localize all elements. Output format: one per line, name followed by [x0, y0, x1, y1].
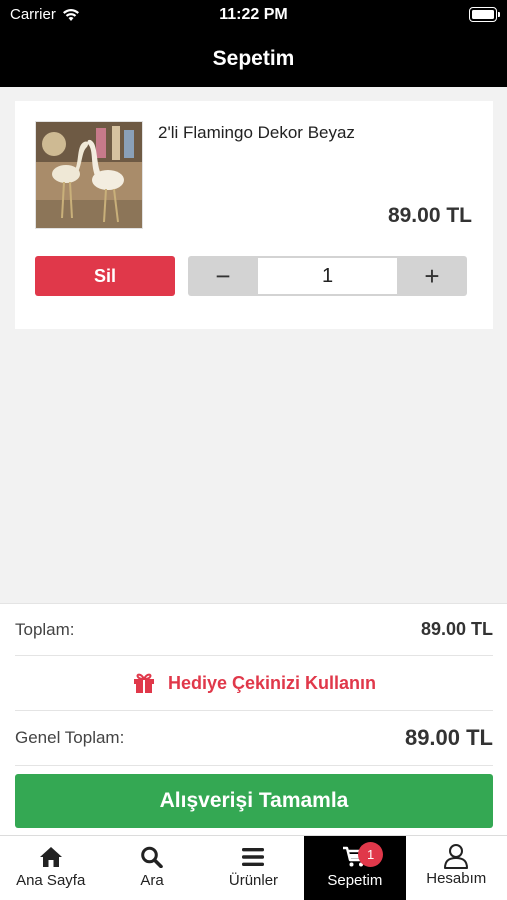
flamingo-image	[36, 122, 142, 228]
delete-button[interactable]: Sil	[35, 256, 175, 296]
tab-home[interactable]: Ana Sayfa	[0, 836, 101, 900]
status-time: 11:22 PM	[219, 6, 288, 23]
tab-label: Sepetim	[327, 872, 383, 889]
tab-label: Ana Sayfa	[16, 872, 86, 889]
product-price: 89.00 TL	[387, 204, 472, 227]
tab-cart[interactable]: 1 Sepetim	[304, 836, 406, 900]
quantity-stepper: − 1 +	[188, 256, 467, 296]
page-title: Sepetim	[212, 46, 295, 70]
grand-total-label: Genel Toplam:	[15, 728, 125, 747]
decrement-button[interactable]: −	[188, 256, 258, 296]
order-summary: Toplam: 89.00 TL Hediye Çekinizi Kullanı…	[0, 603, 507, 835]
subtotal-value: 89.00 TL	[420, 619, 493, 639]
search-icon	[141, 846, 163, 868]
tab-label: Ara	[140, 872, 164, 889]
tab-label: Hesabım	[426, 870, 487, 887]
increment-button[interactable]: +	[397, 256, 467, 296]
gift-voucher-label: Hediye Çekinizi Kullanın	[167, 672, 377, 693]
cart-count-badge: 1	[358, 842, 384, 867]
home-icon	[39, 847, 62, 867]
battery-icon	[469, 7, 500, 22]
menu-icon	[242, 848, 265, 866]
product-image[interactable]	[35, 121, 143, 229]
subtotal-row: Toplam: 89.00 TL	[15, 604, 493, 656]
tab-products[interactable]: Ürünler	[203, 836, 304, 900]
user-icon	[444, 844, 469, 869]
subtotal-label: Toplam:	[15, 619, 75, 639]
checkout-button[interactable]: Alışverişi Tamamla	[15, 774, 493, 828]
quantity-field[interactable]: 1	[258, 258, 397, 294]
tab-account[interactable]: Hesabım	[406, 836, 507, 900]
product-name[interactable]: 2'li Flamingo Dekor Beyaz	[158, 123, 355, 143]
gift-voucher-link[interactable]: Hediye Çekinizi Kullanın	[15, 656, 493, 711]
nav-bar: Sepetim	[0, 30, 507, 87]
tab-label: Ürünler	[228, 872, 279, 889]
gift-icon	[133, 673, 154, 693]
tab-search[interactable]: Ara	[101, 836, 202, 900]
cart-item-card: 2'li Flamingo Dekor Beyaz 89.00 TL Sil −…	[15, 101, 493, 329]
tab-bar: Ana Sayfa Ara Ürünler 1 Sepetim Hesabım	[0, 835, 507, 900]
status-bar: Carrier 11:22 PM	[0, 0, 507, 30]
grand-total-row: Genel Toplam: 89.00 TL	[15, 711, 493, 766]
grand-total-value: 89.00 TL	[404, 725, 493, 750]
